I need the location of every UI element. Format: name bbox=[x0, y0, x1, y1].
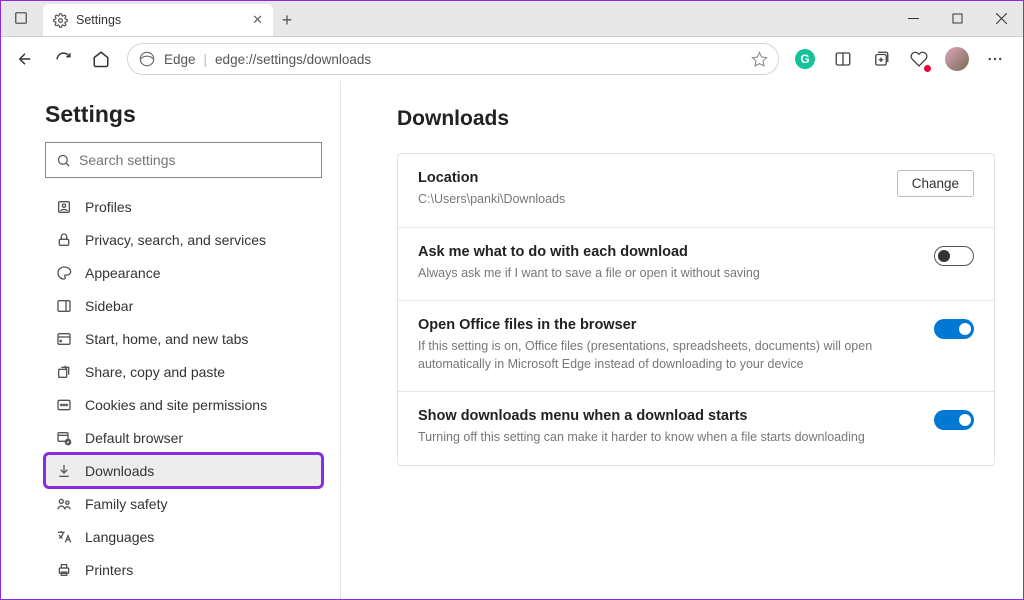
sidebar-item-label: Default browser bbox=[85, 430, 183, 446]
profile-icon bbox=[55, 199, 73, 215]
sidebar-item-sidebar[interactable]: Sidebar bbox=[45, 289, 322, 322]
grammarly-extension-icon[interactable]: G bbox=[787, 41, 823, 77]
home-button[interactable] bbox=[83, 41, 119, 77]
sidebar-item-downloads[interactable]: Downloads bbox=[45, 454, 322, 487]
office-desc: If this setting is on, Office files (pre… bbox=[418, 338, 918, 373]
tab-title: Settings bbox=[76, 13, 244, 27]
show-downloads-menu-row: Show downloads menu when a download star… bbox=[398, 392, 994, 465]
browser-tab[interactable]: Settings ✕ bbox=[43, 4, 273, 36]
sidebar-item-share[interactable]: Share, copy and paste bbox=[45, 355, 322, 388]
sidebar-item-label: Family safety bbox=[85, 496, 167, 512]
sidebar-item-appearance[interactable]: Appearance bbox=[45, 256, 322, 289]
sidebar-item-label: Profiles bbox=[85, 199, 132, 215]
printer-icon bbox=[55, 562, 73, 578]
window-controls bbox=[891, 0, 1023, 36]
tab-actions-icon[interactable] bbox=[1, 0, 41, 36]
search-settings-box[interactable] bbox=[45, 142, 322, 178]
sidebar-item-label: Sidebar bbox=[85, 298, 133, 314]
gear-icon bbox=[53, 13, 68, 28]
settings-nav: Profiles Privacy, search, and services A… bbox=[45, 190, 322, 586]
language-icon bbox=[55, 529, 73, 545]
refresh-button[interactable] bbox=[45, 41, 81, 77]
browser-check-icon bbox=[55, 430, 73, 446]
browser-essentials-icon[interactable] bbox=[901, 41, 937, 77]
sidebar-item-label: Start, home, and new tabs bbox=[85, 331, 248, 347]
titlebar: Settings ✕ + bbox=[1, 1, 1023, 37]
office-toggle[interactable] bbox=[934, 319, 974, 339]
lock-icon bbox=[55, 232, 73, 248]
maximize-button[interactable] bbox=[935, 0, 979, 36]
back-button[interactable] bbox=[7, 41, 43, 77]
location-path: C:\Users\panki\Downloads bbox=[418, 191, 881, 209]
sidebar-item-label: Cookies and site permissions bbox=[85, 397, 267, 413]
page-title: Downloads bbox=[397, 107, 995, 131]
change-location-button[interactable]: Change bbox=[897, 170, 974, 197]
sidebar-item-cookies[interactable]: Cookies and site permissions bbox=[45, 388, 322, 421]
office-title: Open Office files in the browser bbox=[418, 317, 918, 333]
location-title: Location bbox=[418, 170, 881, 186]
browser-toolbar: Edge | edge://settings/downloads G bbox=[1, 37, 1023, 81]
close-window-button[interactable] bbox=[979, 0, 1023, 36]
edge-logo-icon bbox=[138, 50, 156, 68]
search-input[interactable] bbox=[79, 152, 311, 168]
downloads-settings-card: Location C:\Users\panki\Downloads Change… bbox=[397, 153, 995, 466]
sidebar-item-label: Privacy, search, and services bbox=[85, 232, 266, 248]
sidebar-item-start[interactable]: Start, home, and new tabs bbox=[45, 322, 322, 355]
location-row: Location C:\Users\panki\Downloads Change bbox=[398, 154, 994, 228]
ask-desc: Always ask me if I want to save a file o… bbox=[418, 265, 918, 283]
family-icon bbox=[55, 496, 73, 512]
sidebar-item-label: Languages bbox=[85, 529, 154, 545]
settings-sidebar: Settings Profiles Privacy, search, and s… bbox=[1, 81, 341, 599]
sidebar-item-privacy[interactable]: Privacy, search, and services bbox=[45, 223, 322, 256]
sidebar-item-default-browser[interactable]: Default browser bbox=[45, 421, 322, 454]
favorite-icon[interactable] bbox=[751, 51, 768, 68]
minimize-button[interactable] bbox=[891, 0, 935, 36]
permissions-icon bbox=[55, 397, 73, 413]
sidebar-item-printers[interactable]: Printers bbox=[45, 553, 322, 586]
showmenu-desc: Turning off this setting can make it har… bbox=[418, 429, 918, 447]
ask-title: Ask me what to do with each download bbox=[418, 244, 918, 260]
download-icon bbox=[55, 463, 73, 479]
showmenu-toggle[interactable] bbox=[934, 410, 974, 430]
sidebar-item-label: Printers bbox=[85, 562, 133, 578]
address-separator: | bbox=[204, 52, 208, 67]
paint-icon bbox=[55, 265, 73, 281]
search-icon bbox=[56, 153, 71, 168]
sidebar-item-profiles[interactable]: Profiles bbox=[45, 190, 322, 223]
collections-icon[interactable] bbox=[863, 41, 899, 77]
address-prefix: Edge bbox=[164, 52, 196, 67]
sidebar-item-label: Appearance bbox=[85, 265, 161, 281]
ask-toggle[interactable] bbox=[934, 246, 974, 266]
content-area: Settings Profiles Privacy, search, and s… bbox=[1, 81, 1023, 599]
address-url: edge://settings/downloads bbox=[215, 52, 743, 67]
close-tab-icon[interactable]: ✕ bbox=[252, 12, 263, 28]
split-screen-icon[interactable] bbox=[825, 41, 861, 77]
window-icon bbox=[55, 331, 73, 347]
address-bar[interactable]: Edge | edge://settings/downloads bbox=[127, 43, 779, 75]
ask-each-download-row: Ask me what to do with each download Alw… bbox=[398, 228, 994, 302]
sidebar-item-label: Downloads bbox=[85, 463, 154, 479]
sidebar-item-languages[interactable]: Languages bbox=[45, 520, 322, 553]
open-office-row: Open Office files in the browser If this… bbox=[398, 301, 994, 392]
showmenu-title: Show downloads menu when a download star… bbox=[418, 408, 918, 424]
more-menu-icon[interactable] bbox=[977, 41, 1013, 77]
new-tab-button[interactable]: + bbox=[273, 4, 301, 36]
sidebar-item-family[interactable]: Family safety bbox=[45, 487, 322, 520]
sidebar-item-label: Share, copy and paste bbox=[85, 364, 225, 380]
settings-main: Downloads Location C:\Users\panki\Downlo… bbox=[341, 81, 1023, 599]
settings-heading: Settings bbox=[45, 101, 322, 128]
profile-avatar[interactable] bbox=[939, 41, 975, 77]
sidebar-icon bbox=[55, 298, 73, 314]
share-icon bbox=[55, 364, 73, 380]
